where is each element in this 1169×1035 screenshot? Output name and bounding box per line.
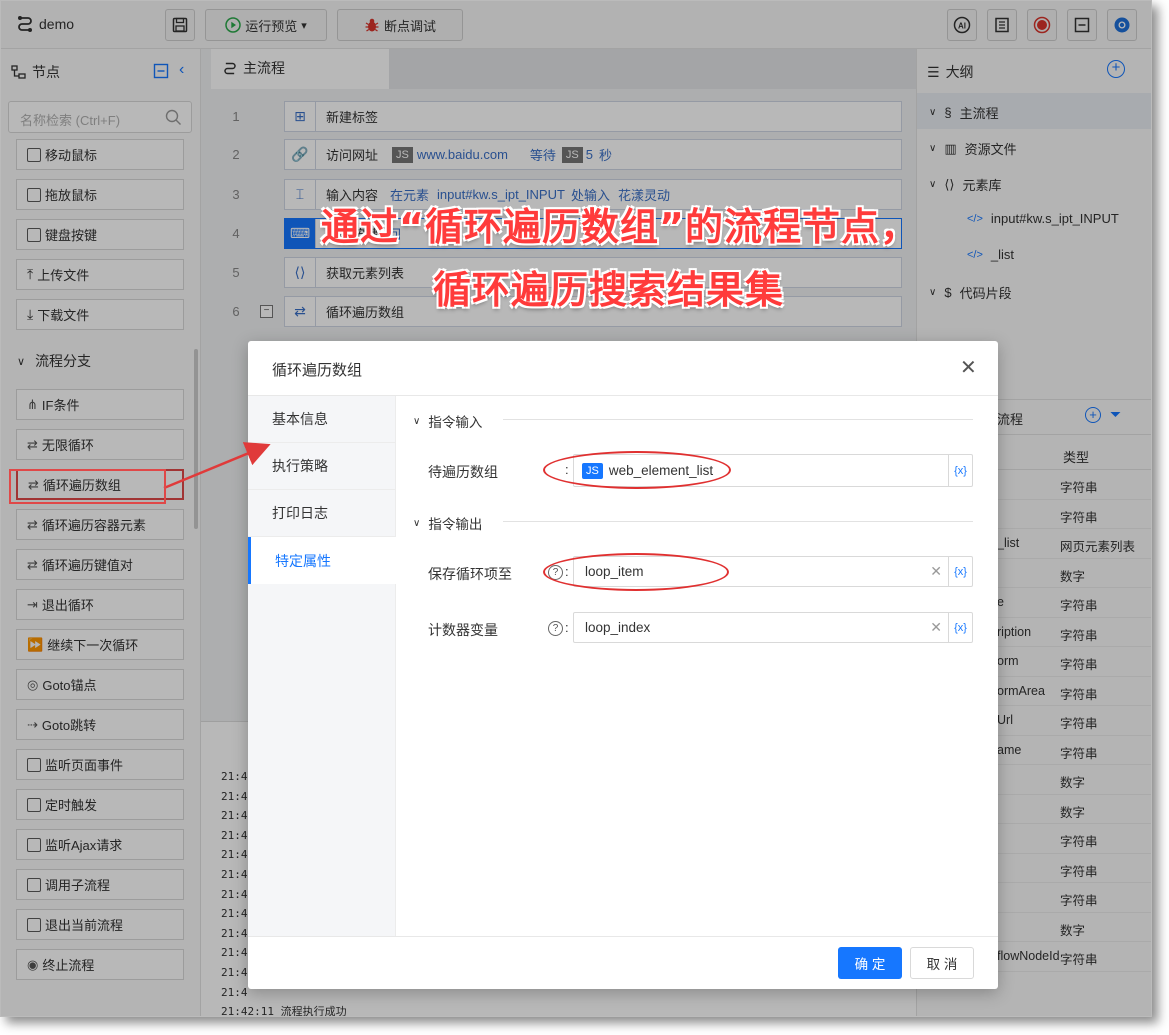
annotation-arrow — [163, 442, 271, 490]
highlight-box — [9, 469, 166, 504]
annotation-line1: 通过“循环遍历数组”的流程节点， — [321, 205, 919, 249]
app-window: demo 运行预览 ▾ 断点调试 AI 节点 ‹ 名称检索 (Ctrl+F) 移… — [0, 0, 1152, 1017]
annotation-line2: 循环遍历搜索结果集 — [433, 268, 785, 312]
